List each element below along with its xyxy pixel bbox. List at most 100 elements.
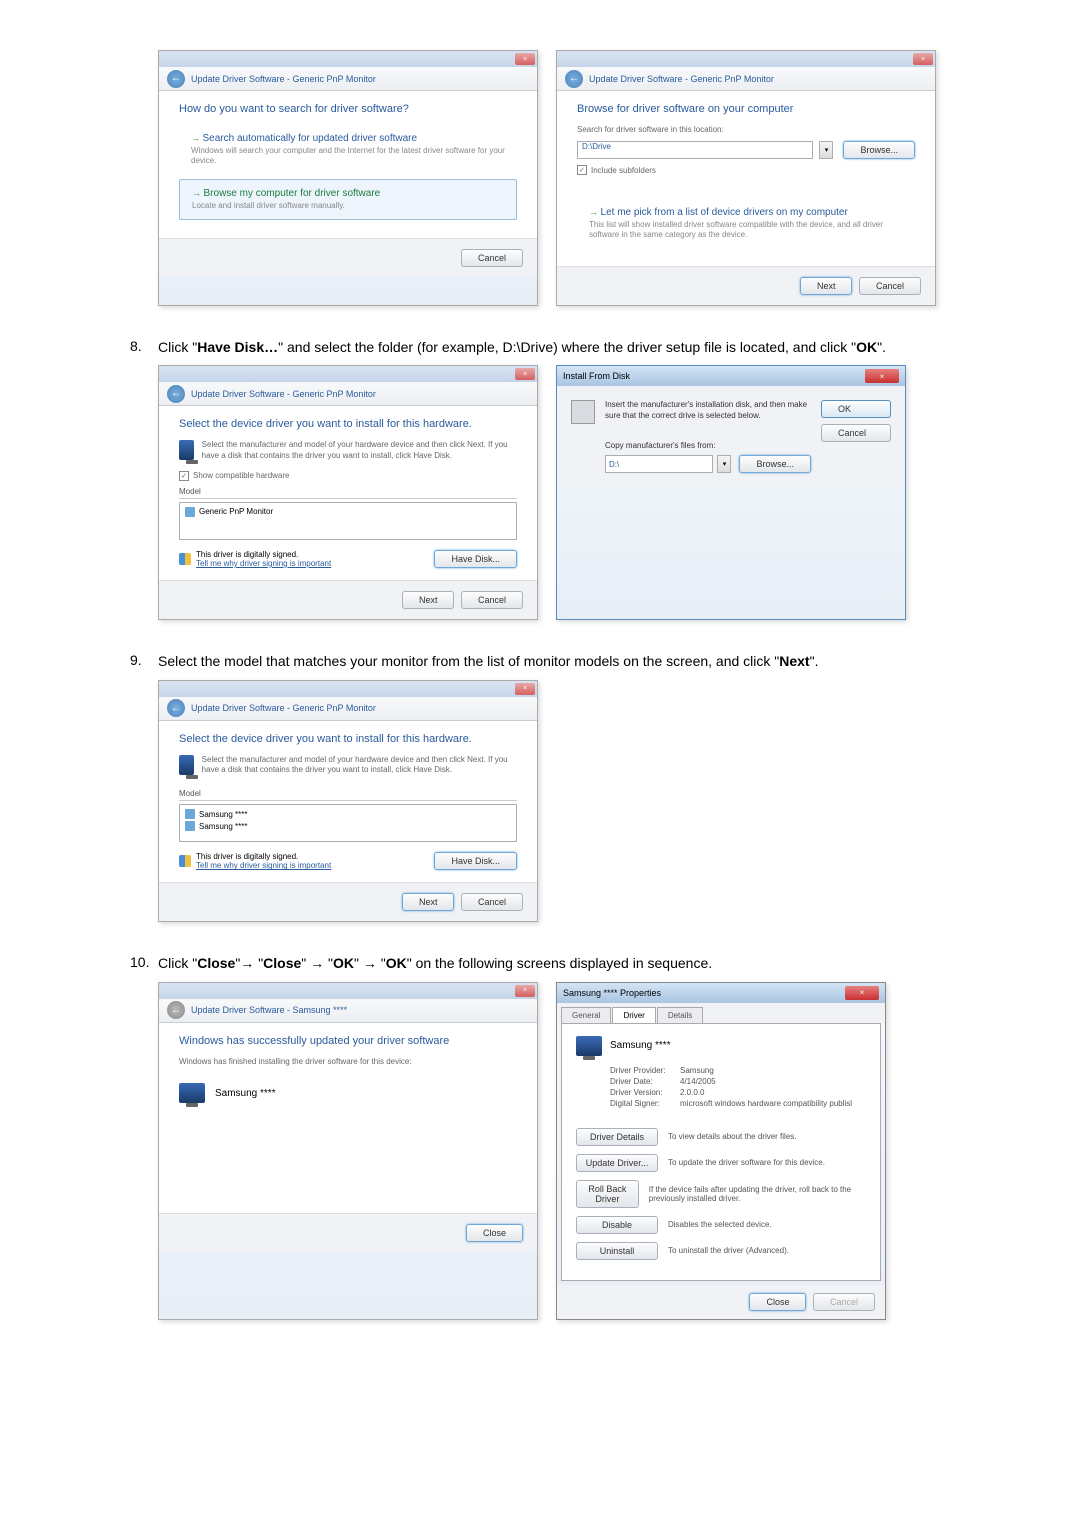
monitor-icon <box>179 755 194 775</box>
option-browse-manual[interactable]: → Browse my computer for driver software… <box>179 179 517 220</box>
value-date: 4/14/2005 <box>680 1077 716 1086</box>
button-desc: To update the driver software for this d… <box>668 1158 825 1167</box>
close-icon[interactable]: × <box>515 985 535 997</box>
monitor-icon <box>179 1083 205 1103</box>
signing-link[interactable]: Tell me why driver signing is important <box>196 861 331 870</box>
path-input[interactable]: D:\ <box>605 455 713 473</box>
monitor-icon <box>576 1036 602 1056</box>
checkbox-label: Include subfolders <box>591 166 656 175</box>
titlebar: × <box>159 366 537 382</box>
signature-text: This driver is digitally signed. <box>196 852 331 861</box>
back-icon[interactable]: ← <box>167 385 185 403</box>
step-number: 8. <box>130 338 158 358</box>
model-column-header: Model <box>179 789 517 801</box>
wizard-title: Update Driver Software - Generic PnP Mon… <box>191 74 376 84</box>
button-desc: If the device fails after updating the d… <box>649 1185 866 1203</box>
dropdown-icon[interactable]: ▾ <box>819 141 833 159</box>
path-input[interactable]: D:\Drive <box>577 141 813 159</box>
cancel-button[interactable]: Cancel <box>859 277 921 295</box>
have-disk-button[interactable]: Have Disk... <box>434 852 517 870</box>
option-title: Browse my computer for driver software <box>204 188 381 199</box>
cancel-button[interactable]: Cancel <box>461 249 523 267</box>
update-driver-button[interactable]: Update Driver... <box>576 1154 658 1172</box>
browse-button[interactable]: Browse... <box>843 141 915 159</box>
copy-from-label: Copy manufacturer's files from: <box>605 441 811 451</box>
shield-icon <box>179 553 191 565</box>
have-disk-button[interactable]: Have Disk... <box>434 550 517 568</box>
ok-button[interactable]: OK <box>821 400 891 418</box>
cancel-button[interactable]: Cancel <box>461 591 523 609</box>
wizard-heading: Browse for driver software on your compu… <box>577 103 915 115</box>
titlebar: × <box>557 51 935 67</box>
compat-checkbox[interactable]: ✓ <box>179 471 189 481</box>
option-pick-from-list[interactable]: → Let me pick from a list of device driv… <box>577 199 915 247</box>
install-from-disk-dialog: Install From Disk × Insert the manufactu… <box>556 365 906 620</box>
instruction-text: Insert the manufacturer's installation d… <box>605 400 811 421</box>
back-icon[interactable]: ← <box>565 70 583 88</box>
close-icon[interactable]: × <box>865 369 899 383</box>
list-item[interactable]: Samsung **** <box>185 808 511 820</box>
next-button[interactable]: Next <box>402 591 455 609</box>
close-icon[interactable]: × <box>515 683 535 695</box>
signing-link[interactable]: Tell me why driver signing is important <box>196 559 331 568</box>
label-signer: Digital Signer: <box>610 1099 680 1108</box>
wizard-title: Update Driver Software - Generic PnP Mon… <box>191 389 376 399</box>
option-desc: Windows will search your computer and th… <box>191 146 505 165</box>
button-desc: To view details about the driver files. <box>668 1132 797 1141</box>
dropdown-icon[interactable]: ▾ <box>717 455 731 473</box>
instruction-text: Select the manufacturer and model of you… <box>202 755 517 776</box>
back-icon[interactable]: ← <box>167 699 185 717</box>
next-button[interactable]: Next <box>402 893 455 911</box>
cancel-button[interactable]: Cancel <box>821 424 891 442</box>
include-subfolders-checkbox[interactable]: ✓ <box>577 165 587 175</box>
model-listbox[interactable]: Samsung **** Samsung **** <box>179 804 517 842</box>
close-icon[interactable]: × <box>515 368 535 380</box>
button-desc: Disables the selected device. <box>668 1220 772 1229</box>
wizard-title: Update Driver Software - Samsung **** <box>191 1005 347 1015</box>
device-properties-dialog: Samsung **** Properties × General Driver… <box>556 982 886 1320</box>
tab-general[interactable]: General <box>561 1007 611 1023</box>
back-icon[interactable]: ← <box>167 70 185 88</box>
driver-info-grid: Driver Provider:Samsung Driver Date:4/14… <box>610 1066 866 1108</box>
cancel-button[interactable]: Cancel <box>461 893 523 911</box>
breadcrumb-bar: ← Update Driver Software - Generic PnP M… <box>557 67 935 91</box>
option-search-auto[interactable]: → Search automatically for updated drive… <box>179 125 517 173</box>
close-icon[interactable]: × <box>913 53 933 65</box>
close-icon[interactable]: × <box>515 53 535 65</box>
location-label: Search for driver software in this locat… <box>577 125 915 135</box>
close-button[interactable]: Close <box>466 1224 523 1242</box>
device-name: Samsung **** <box>215 1088 276 1099</box>
next-button[interactable]: Next <box>800 277 853 295</box>
value-signer: microsoft windows hardware compatibility… <box>680 1099 852 1108</box>
disable-button[interactable]: Disable <box>576 1216 658 1234</box>
step-number: 10. <box>130 954 158 974</box>
value-version: 2.0.0.0 <box>680 1088 704 1097</box>
close-button[interactable]: Close <box>749 1293 806 1311</box>
label-provider: Driver Provider: <box>610 1066 680 1075</box>
step-number: 9. <box>130 652 158 672</box>
uninstall-button[interactable]: Uninstall <box>576 1242 658 1260</box>
option-title: Search automatically for updated driver … <box>203 133 418 144</box>
dialog-title: Install From Disk <box>563 371 630 381</box>
driver-details-button[interactable]: Driver Details <box>576 1128 658 1146</box>
list-item[interactable]: Samsung **** <box>185 820 511 832</box>
rollback-driver-button[interactable]: Roll Back Driver <box>576 1180 639 1208</box>
device-icon <box>185 821 195 831</box>
monitor-icon <box>179 440 194 460</box>
floppy-icon <box>571 400 595 424</box>
tabstrip: General Driver Details <box>557 1003 885 1023</box>
model-listbox[interactable]: Generic PnP Monitor <box>179 502 517 540</box>
back-icon: ← <box>167 1001 185 1019</box>
tab-driver[interactable]: Driver <box>612 1007 655 1023</box>
list-item[interactable]: Generic PnP Monitor <box>185 506 511 518</box>
update-driver-wizard-selectmodel: × ← Update Driver Software - Generic PnP… <box>158 680 538 923</box>
update-driver-wizard-search: × ← Update Driver Software - Generic PnP… <box>158 50 538 306</box>
tab-details[interactable]: Details <box>657 1007 703 1023</box>
breadcrumb-bar: ← Update Driver Software - Generic PnP M… <box>159 697 537 721</box>
wizard-heading: Select the device driver you want to ins… <box>179 418 517 430</box>
close-icon[interactable]: × <box>845 986 879 1000</box>
titlebar: Samsung **** Properties × <box>557 983 885 1003</box>
browse-button[interactable]: Browse... <box>739 455 811 473</box>
cancel-button: Cancel <box>813 1293 875 1311</box>
subtext: Windows has finished installing the driv… <box>179 1057 517 1067</box>
